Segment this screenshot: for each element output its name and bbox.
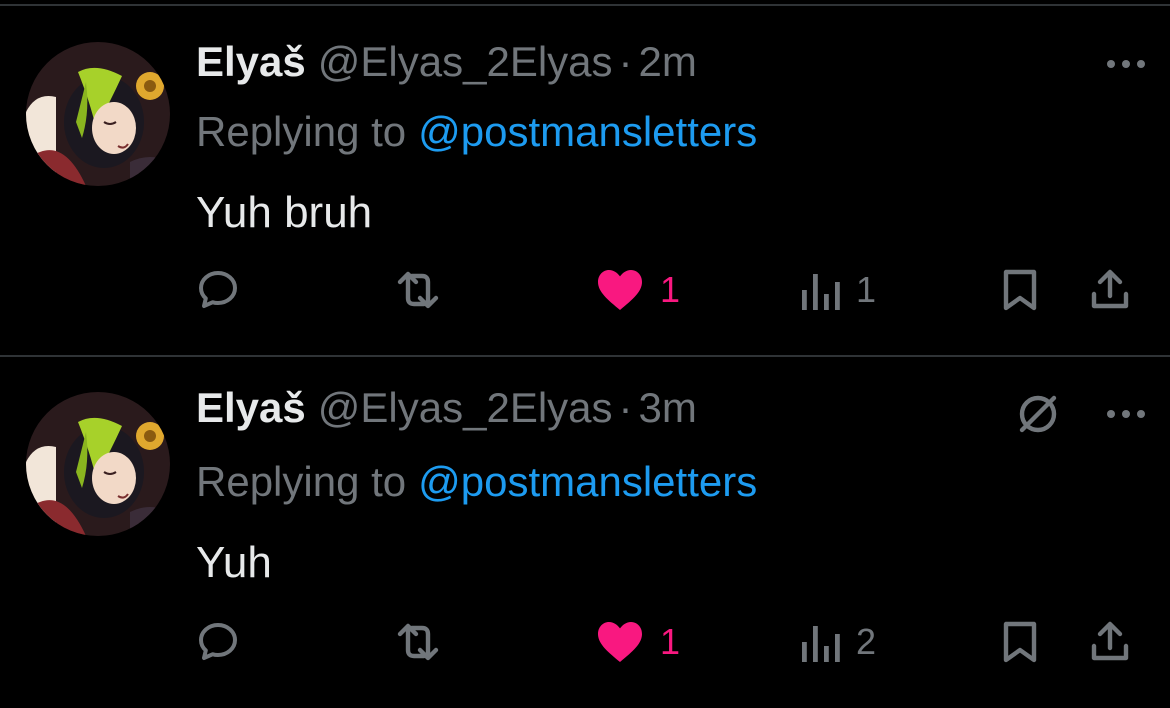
avatar[interactable] [26,42,170,186]
avatar-image [26,42,170,186]
reply-button[interactable] [194,618,242,666]
replying-to-line: Replying to @postmansletters [196,458,757,506]
share-icon [1091,621,1129,661]
share-button[interactable] [1086,618,1134,666]
avatar-image [26,392,170,536]
like-count: 1 [660,269,681,310]
action-bar: 1 2 [0,612,1170,672]
replying-to-label: Replying to [196,108,407,155]
display-name[interactable]: Elyaš [196,384,306,432]
avatar[interactable] [26,392,170,536]
views-button[interactable]: 2 [798,618,876,666]
reply-icon [199,271,237,308]
action-bar: 1 1 [0,260,1170,320]
reply-icon [199,623,237,660]
tweet-divider [0,355,1170,357]
replying-to-link[interactable]: @postmansletters [418,458,757,505]
views-button[interactable]: 1 [798,266,876,314]
view-count: 2 [856,621,877,662]
heart-icon [598,622,642,662]
user-handle[interactable]: @Elyas_2Elyas [318,384,613,432]
tweet[interactable]: Elyaš @Elyas_2Elyas · 3m Replying to @pos… [0,358,1170,708]
hidden-reply-icon[interactable] [1014,390,1062,438]
bookmark-button[interactable] [998,266,1042,314]
tweet-header: Elyaš @Elyas_2Elyas · 3m [196,384,697,434]
retweet-button[interactable] [388,618,448,666]
retweet-icon [397,271,439,309]
tweet-text: Yuh bruh [196,188,373,237]
tweet[interactable]: Elyaš @Elyas_2Elyas · 2m Replying to @pos… [0,6,1170,356]
reply-button[interactable] [194,266,242,314]
like-button[interactable]: 1 [594,618,680,666]
heart-icon [598,270,642,310]
share-button[interactable] [1086,266,1134,314]
timestamp[interactable]: 3m [639,384,697,432]
bookmark-button[interactable] [998,618,1042,666]
replying-to-label: Replying to [196,458,407,505]
bookmark-icon [1003,621,1037,663]
more-icon[interactable] [1104,404,1148,424]
views-icon [802,626,840,662]
retweet-icon [397,623,439,661]
replying-to-line: Replying to @postmansletters [196,108,757,156]
user-handle[interactable]: @Elyas_2Elyas [318,38,613,86]
bookmark-icon [1003,269,1037,311]
timestamp[interactable]: 2m [639,38,697,86]
share-icon [1091,269,1129,309]
views-icon [802,274,840,310]
display-name[interactable]: Elyaš [196,38,306,86]
retweet-button[interactable] [388,266,448,314]
more-icon[interactable] [1104,54,1148,74]
separator-dot: · [618,38,633,85]
tweet-header: Elyaš @Elyas_2Elyas · 2m [196,38,697,88]
like-count: 1 [660,621,681,662]
separator-dot: · [618,384,633,431]
replying-to-link[interactable]: @postmansletters [418,108,757,155]
like-button[interactable]: 1 [594,266,680,314]
tweet-text: Yuh [196,538,272,587]
view-count: 1 [856,269,877,310]
